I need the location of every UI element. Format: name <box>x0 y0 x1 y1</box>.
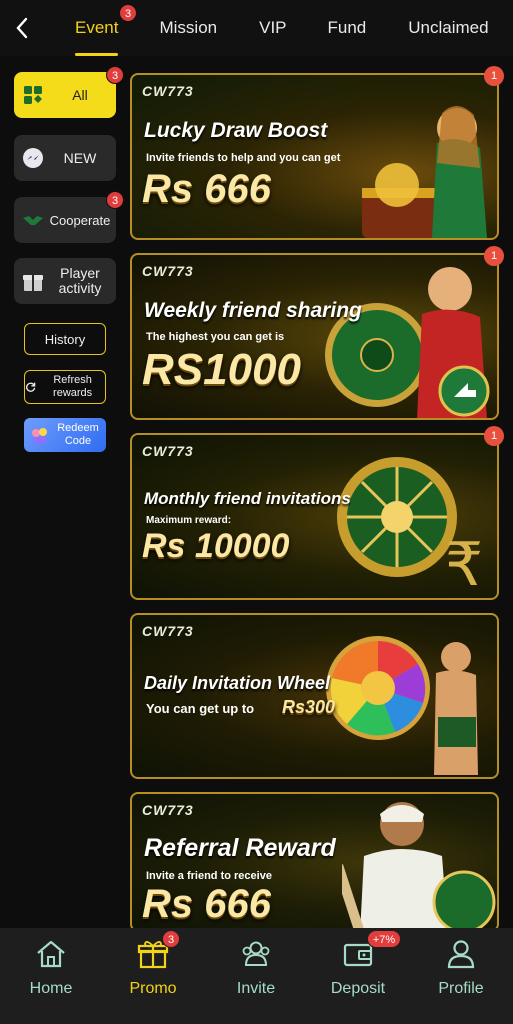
tab-mission[interactable]: Mission <box>159 0 217 56</box>
grid-icon <box>22 84 44 106</box>
tab-bar: Event 3 Mission VIP Fund Unclaimed <box>44 0 489 56</box>
banner-title: Lucky Draw Boost <box>144 119 328 142</box>
category-label: Cooperate <box>49 212 111 228</box>
banner-title: Weekly friend sharing <box>144 299 362 322</box>
banner-amount: Rs300 <box>282 697 336 717</box>
banner-title: Daily Invitation Wheel <box>144 673 331 693</box>
banner-lucky-draw-boost[interactable]: CW773 Lucky Draw Boost Invite friends to… <box>130 73 499 240</box>
banner-badge: 1 <box>484 246 504 266</box>
category-label: Player activity <box>58 265 102 296</box>
tab-unclaimed[interactable]: Unclaimed <box>408 0 488 56</box>
nav-label: Profile <box>438 980 484 997</box>
refresh-rewards-button[interactable]: Refresh rewards <box>24 370 106 404</box>
nav-label: Deposit <box>330 980 386 997</box>
svg-text:₹: ₹ <box>445 530 483 600</box>
banner-subtitle: Invite a friend to receive <box>146 870 272 882</box>
banner-amount: Rs 666 <box>142 882 271 926</box>
banner-subtitle: Maximum reward: <box>146 515 232 526</box>
brand-logo: CW773 <box>142 263 194 279</box>
nav-deposit[interactable]: +7% Deposit <box>307 928 409 1024</box>
banner-weekly-friend-sharing[interactable]: CW773 Weekly friend sharing The highest … <box>130 253 499 420</box>
brand-logo: CW773 <box>142 443 194 459</box>
messenger-icon <box>22 147 44 169</box>
tab-vip[interactable]: VIP <box>259 0 286 56</box>
category-badge: 3 <box>106 191 124 209</box>
tab-fund[interactable]: Fund <box>328 0 367 56</box>
banner-subtitle: The highest you can get is <box>146 331 285 343</box>
banner-referral-reward[interactable]: CW773 Referral Reward Invite a friend to… <box>130 792 499 932</box>
tab-badge: 3 <box>119 4 137 22</box>
golden-wheel-illustration: ₹ <box>337 457 483 600</box>
history-label: History <box>44 331 86 347</box>
top-bar: Event 3 Mission VIP Fund Unclaimed <box>0 0 513 56</box>
tab-label: Fund <box>327 18 367 37</box>
category-player-activity[interactable]: Player activity <box>14 258 116 304</box>
category-label: All <box>72 86 88 103</box>
pilot-girl-illustration <box>417 267 490 418</box>
category-badge: 3 <box>106 66 124 84</box>
category-sidebar: All 3 NEW Cooperate 3 Player activity Hi… <box>0 56 128 928</box>
person-icon <box>447 940 475 969</box>
tab-label: Unclaimed <box>408 18 489 37</box>
banner-title: Monthly friend invitations <box>144 489 351 508</box>
tab-label: Event <box>75 18 119 37</box>
category-new[interactable]: NEW <box>14 135 116 181</box>
nav-label: Home <box>29 980 73 997</box>
refresh-icon <box>26 382 36 392</box>
category-label: NEW <box>63 149 97 166</box>
nav-label: Invite <box>236 980 276 997</box>
history-button[interactable]: History <box>24 323 106 355</box>
gift-box-icon <box>22 270 44 292</box>
banner-amount: RS1000 <box>142 345 302 394</box>
banner-badge: 1 <box>484 426 504 446</box>
nav-badge: 3 <box>162 930 180 948</box>
banner-subtitle: Invite friends to help and you can get <box>146 152 341 164</box>
woman-illustration <box>434 642 478 775</box>
users-icon <box>242 941 270 966</box>
redeem-code-label: Redeem Code <box>57 422 99 447</box>
banner-badge: 1 <box>484 66 504 86</box>
banner-title: Referral Reward <box>144 834 336 862</box>
home-icon <box>37 940 65 968</box>
flower-gift-icon <box>30 426 50 444</box>
tab-event[interactable]: Event 3 <box>75 0 137 56</box>
nav-profile[interactable]: Profile <box>410 928 512 1024</box>
nav-invite[interactable]: Invite <box>205 928 307 1024</box>
banner-amount: Rs 10000 <box>142 527 290 565</box>
treasure-chest-illustration <box>362 105 487 238</box>
chevron-left-icon <box>16 17 28 39</box>
category-all[interactable]: All 3 <box>14 66 124 118</box>
cricketer-illustration <box>342 802 496 930</box>
nav-badge: +7% <box>367 930 401 948</box>
redeem-code-button[interactable]: Redeem Code <box>24 418 106 452</box>
brand-logo: CW773 <box>142 623 194 639</box>
banner-daily-invitation-wheel[interactable]: CW773 Daily Invitation Wheel You can get… <box>130 613 499 779</box>
refresh-rewards-label: Refresh rewards <box>53 374 93 399</box>
brand-logo: CW773 <box>142 83 194 99</box>
color-wheel-illustration <box>326 636 430 740</box>
category-cooperate[interactable]: Cooperate 3 <box>14 191 124 243</box>
banner-amount: Rs 666 <box>142 167 271 211</box>
handshake-icon <box>22 209 44 231</box>
banner-monthly-friend-invitations[interactable]: ₹ CW773 Monthly friend invitations Maxim… <box>130 433 499 600</box>
nav-promo[interactable]: 3 Promo <box>102 928 204 1024</box>
back-button[interactable] <box>0 0 44 56</box>
tab-label: Mission <box>159 18 218 37</box>
banner-subtitle: You can get up to <box>146 701 255 716</box>
nav-label: Promo <box>129 980 177 997</box>
bottom-nav: Home 3 Promo Invite +7% Deposit Profile <box>0 928 513 1024</box>
brand-logo: CW773 <box>142 802 194 818</box>
tab-label: VIP <box>259 18 287 37</box>
nav-home[interactable]: Home <box>0 928 102 1024</box>
